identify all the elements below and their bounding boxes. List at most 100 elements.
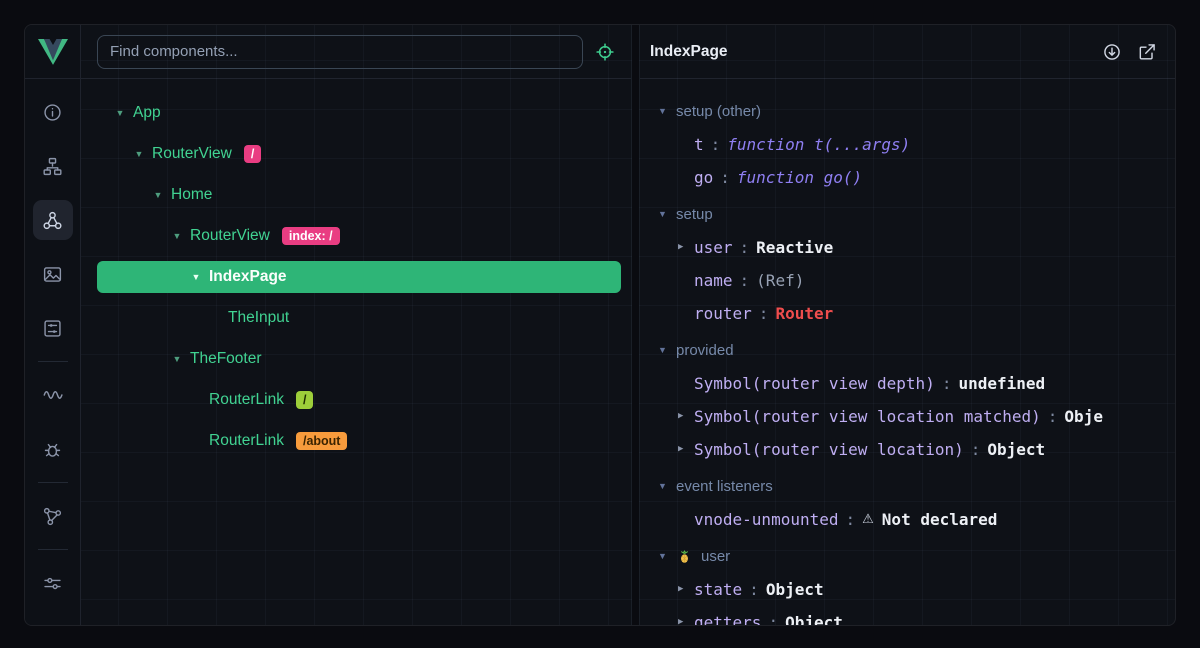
tree-node-home[interactable]: ▼ Home (97, 179, 621, 211)
key-value-separator: : (1048, 407, 1058, 426)
component-name: App (133, 104, 161, 122)
expand-caret-icon[interactable]: ▼ (113, 109, 127, 118)
filter-sliders-icon[interactable] (33, 563, 73, 603)
key-value-separator: : (971, 440, 981, 459)
components-panel: ▼ App ▼ RouterView / ▼ Home ▼RouterViewindex: /… (81, 25, 632, 625)
property-row[interactable]: ▶Symbol(router view location matched):Ob… (658, 400, 1175, 433)
graph-icon[interactable] (33, 496, 73, 536)
property-key: Symbol(router view location matched) (694, 407, 1041, 426)
key-value-separator: : (768, 613, 778, 625)
property-value: Object (785, 613, 843, 625)
components-icon[interactable] (33, 200, 73, 240)
property-row[interactable]: ▶router:Router (658, 297, 1175, 330)
section-label: setup (other) (676, 103, 761, 120)
property-row[interactable]: ▶Symbol(router view location):Object (658, 433, 1175, 466)
property-key: getters (694, 613, 761, 625)
tree-node-routerlink[interactable]: ▼RouterLink/ (97, 384, 621, 416)
key-value-separator: : (740, 238, 750, 257)
key-value-separator: : (711, 135, 721, 154)
tree-node-theinput[interactable]: ▼TheInput (97, 302, 621, 334)
property-key: name (694, 271, 733, 290)
waveform-icon[interactable] (33, 375, 73, 415)
property-row[interactable]: ▶vnode-unmounted:⚠Not declared (658, 503, 1175, 536)
component-name: IndexPage (209, 268, 287, 286)
component-name: RouterLink (209, 432, 284, 450)
devtools-window: ▼ App ▼ RouterView / ▼ Home ▼RouterViewindex: /… (24, 24, 1176, 626)
section-user[interactable]: ▼user (658, 540, 1175, 573)
property-value: (Ref) (756, 271, 804, 290)
property-value: undefined (958, 374, 1045, 393)
sidebar-divider (38, 549, 68, 550)
open-in-editor-icon[interactable] (1137, 42, 1157, 62)
tree-node-app[interactable]: ▼ App (97, 97, 621, 129)
tree-node-routerview[interactable]: ▼RouterViewindex: / (97, 220, 621, 252)
component-tree: ▼ App ▼ RouterView / ▼ Home ▼RouterViewindex: /… (81, 79, 631, 625)
property-key: Symbol(router view depth) (694, 374, 935, 393)
section-caret-icon: ▼ (658, 210, 668, 219)
search-input[interactable] (110, 43, 570, 60)
tree-node-routerview[interactable]: ▼RouterView/ (97, 138, 621, 170)
tree-node-routerlink[interactable]: ▼RouterLink/about (97, 425, 621, 457)
image-icon[interactable] (33, 254, 73, 294)
expand-caret-icon[interactable]: ▼ (170, 232, 184, 241)
property-row[interactable]: ▶Symbol(router view depth):undefined (658, 367, 1175, 400)
inspector-header-icons (1102, 42, 1157, 62)
bug-icon[interactable] (33, 429, 73, 469)
expand-caret-icon[interactable]: ▼ (151, 191, 165, 200)
key-value-separator: : (749, 580, 759, 599)
expand-arrow-icon[interactable]: ▶ (678, 618, 694, 625)
component-name: TheInput (228, 309, 289, 327)
section-caret-icon: ▼ (658, 107, 668, 116)
scroll-to-component-icon[interactable] (1102, 42, 1122, 62)
expand-arrow-icon[interactable]: ▶ (678, 585, 694, 594)
property-value: Reactive (756, 238, 833, 257)
info-icon[interactable] (33, 92, 73, 132)
component-name: TheFooter (190, 350, 262, 368)
property-value: Router (775, 304, 833, 323)
property-key: Symbol(router view location) (694, 440, 964, 459)
property-row[interactable]: ▶t:function t(...args) (658, 128, 1175, 161)
expand-caret-icon[interactable]: ▼ (170, 355, 184, 364)
section-label: setup (676, 206, 713, 223)
property-row[interactable]: ▶user: Reactive (658, 231, 1175, 264)
component-name: RouterView (152, 145, 232, 163)
tree-panel-header (81, 25, 631, 79)
section-setup-other-[interactable]: ▼ setup (other) (658, 95, 1175, 128)
expand-caret-icon[interactable]: ▼ (189, 273, 203, 282)
key-value-separator: : (942, 374, 952, 393)
section-label: event listeners (676, 478, 773, 495)
property-row[interactable]: ▶name:(Ref) (658, 264, 1175, 297)
property-key: router (694, 304, 752, 323)
expand-arrow-icon[interactable]: ▶ (678, 243, 694, 252)
section-setup[interactable]: ▼ setup (658, 198, 1175, 231)
property-key: go (694, 168, 713, 187)
property-value: Not declared (882, 510, 998, 529)
property-row[interactable]: ▶getters: Object (658, 606, 1175, 625)
route-badge: index: / (282, 227, 340, 246)
property-row[interactable]: ▶go:function go() (658, 161, 1175, 194)
section-event-listeners[interactable]: ▼event listeners (658, 470, 1175, 503)
inspector-panel: IndexPage ▼setup (other)▶t:function t(..… (639, 25, 1175, 625)
pinia-icon (677, 549, 692, 564)
search-box[interactable] (97, 35, 583, 69)
tree-node-thefooter[interactable]: ▼ TheFooter (97, 343, 621, 375)
hierarchy-icon[interactable] (33, 146, 73, 186)
route-badge: / (296, 391, 313, 410)
mixer-icon[interactable] (33, 308, 73, 348)
tree-node-indexpage[interactable]: ▼ IndexPage (97, 261, 621, 293)
property-key: user (694, 238, 733, 257)
property-row[interactable]: ▶state:Object (658, 573, 1175, 606)
expand-arrow-icon[interactable]: ▶ (678, 445, 694, 454)
section-label: provided (676, 342, 734, 359)
expand-caret-icon[interactable]: ▼ (132, 150, 146, 159)
section-provided[interactable]: ▼provided (658, 334, 1175, 367)
property-value: function t(...args) (727, 135, 910, 154)
key-value-separator: : (740, 271, 750, 290)
inspect-target-icon[interactable] (595, 42, 615, 62)
component-name: Home (171, 186, 212, 204)
expand-arrow-icon[interactable]: ▶ (678, 412, 694, 421)
panel-resize-handle[interactable] (632, 25, 639, 625)
section-label: user (701, 548, 730, 565)
vue-logo[interactable] (25, 25, 80, 79)
inspector-sections: ▼setup (other)▶t:function t(...args)▶go:… (640, 79, 1175, 625)
